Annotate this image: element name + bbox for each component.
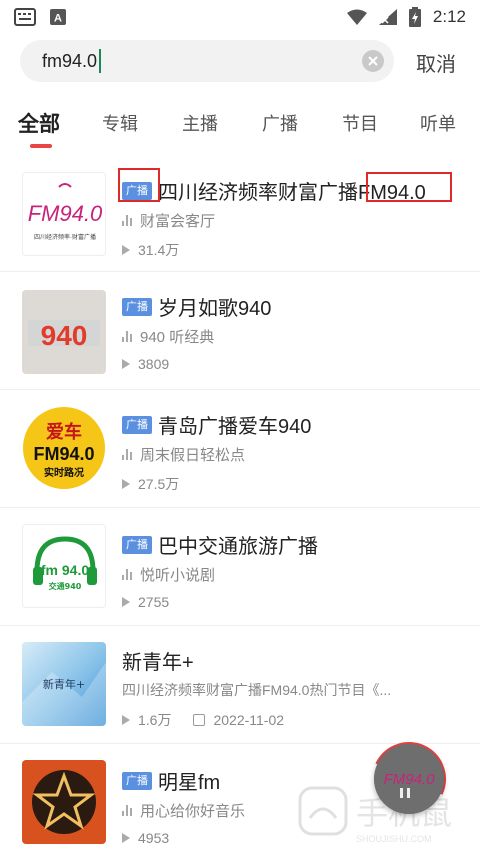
play-count-icon xyxy=(122,833,130,843)
floating-player-button[interactable]: FM94.0 xyxy=(374,744,444,814)
result-subtitle-row: 悦听小说剧 xyxy=(122,564,215,585)
cover-logo-text-bottom: 实时路况 xyxy=(44,466,84,479)
play-count-icon xyxy=(122,359,130,369)
text-caret xyxy=(99,49,102,73)
result-subtitle: 用心给你好音乐 xyxy=(140,803,246,820)
tab-hosts[interactable]: 主播 xyxy=(182,110,218,136)
play-count: 31.4万 xyxy=(138,242,180,258)
search-value: fm94.0 xyxy=(42,50,98,71)
cover-image: FM94.0 四川经济频率·财富广播 xyxy=(22,172,106,256)
type-badge: 广播 xyxy=(122,415,152,434)
result-subtitle: 四川经济频率财富广播FM94.0热门节目《... xyxy=(122,682,392,698)
cover-logo-text: FM94.0 xyxy=(28,201,103,226)
cover-image: fm 94.0 交通940 xyxy=(22,524,106,608)
result-meta-row: 31.4万 xyxy=(122,240,179,260)
play-count-icon xyxy=(122,597,130,607)
result-title-row: 广播 青岛广播爱车940 xyxy=(122,410,311,439)
clear-search-button[interactable] xyxy=(362,50,384,72)
tab-programs[interactable]: 节目 xyxy=(342,110,378,136)
bars-icon xyxy=(122,449,134,460)
type-badge: 广播 xyxy=(122,297,152,316)
tab-albums[interactable]: 专辑 xyxy=(102,110,138,136)
play-count-icon xyxy=(122,245,130,255)
result-item[interactable]: 爱车 FM94.0 实时路况 广播 青岛广播爱车940 周末假日轻松点 27.5… xyxy=(0,390,480,508)
play-count: 4953 xyxy=(138,830,170,846)
battery-icon xyxy=(408,7,421,27)
play-count: 3809 xyxy=(138,356,170,372)
calendar-icon xyxy=(193,714,206,726)
highlight-box-title xyxy=(366,172,452,202)
wifi-icon xyxy=(346,9,367,25)
result-title: 明星fm xyxy=(158,772,221,794)
result-title: 巴中交通旅游广播 xyxy=(158,536,318,558)
result-title-row: 广播 明星fm xyxy=(122,766,220,795)
category-tabs: 全部 专辑 主播 广播 节目 听单 xyxy=(0,104,480,150)
search-input[interactable]: fm94.0 xyxy=(20,40,394,82)
result-subtitle: 悦听小说剧 xyxy=(140,567,216,584)
result-subtitle-row: 财富会客厅 xyxy=(122,210,215,231)
result-title: 新青年+ xyxy=(122,652,194,674)
publish-date: 2022-11-02 xyxy=(213,712,285,728)
result-subtitle-row: 周末假日轻松点 xyxy=(122,444,245,465)
watermark-subtext: SHOUJISHU.COM xyxy=(356,834,432,844)
bars-icon xyxy=(122,569,134,580)
active-tab-indicator xyxy=(30,144,52,148)
bars-icon xyxy=(122,215,134,226)
svg-text:A: A xyxy=(54,13,62,25)
cancel-button[interactable]: 取消 xyxy=(416,48,456,77)
tab-playlists[interactable]: 听单 xyxy=(420,110,456,136)
cover-image xyxy=(22,760,106,844)
cover-caption: 四川经济频率·财富广播 xyxy=(34,233,96,241)
play-count: 27.5万 xyxy=(138,476,180,492)
result-item[interactable]: fm 94.0 交通940 广播 巴中交通旅游广播 悦听小说剧 2755 xyxy=(0,508,480,626)
cover-logo-text-top: 爱车 xyxy=(46,421,82,443)
result-item[interactable]: FM94.0 四川经济频率·财富广播 广播 四川经济频率财富广播FM94.0 财… xyxy=(0,154,480,272)
type-badge: 广播 xyxy=(122,771,152,790)
result-subtitle: 财富会客厅 xyxy=(140,213,216,230)
floating-cover-text: FM94.0 xyxy=(384,771,436,788)
result-meta-row: 27.5万 xyxy=(122,474,179,494)
result-item[interactable]: 新青年+ 新青年+ 四川经济频率财富广播FM94.0热门节目《... 1.6万 … xyxy=(0,626,480,744)
result-meta-row: 2755 xyxy=(122,594,169,610)
result-meta-row: 3809 xyxy=(122,356,169,372)
bars-icon xyxy=(122,805,134,816)
tab-all[interactable]: 全部 xyxy=(18,108,60,138)
result-subtitle-row: 四川经济频率财富广播FM94.0热门节目《... xyxy=(122,680,391,700)
clock: 2:12 xyxy=(432,7,466,26)
cover-caption: 交通940 xyxy=(49,581,82,591)
cover-logo-text: 940 xyxy=(41,320,88,351)
play-count-icon xyxy=(122,715,130,725)
cover-logo-text: fm 94.0 xyxy=(41,562,89,578)
cover-image: 940 xyxy=(22,290,106,374)
result-title-row: 广播 巴中交通旅游广播 xyxy=(122,530,318,559)
app-notification-icon: A xyxy=(50,9,66,25)
result-subtitle-row: 用心给你好音乐 xyxy=(122,800,245,821)
result-title: 青岛广播爱车940 xyxy=(158,416,312,438)
tab-radio[interactable]: 广播 xyxy=(262,110,298,136)
result-title: 岁月如歌940 xyxy=(158,298,272,320)
close-icon xyxy=(368,56,378,66)
play-count-icon xyxy=(122,479,130,489)
result-title-row: 新青年+ xyxy=(122,646,194,675)
result-subtitle: 940 听经典 xyxy=(140,329,215,346)
search-row: fm94.0 取消 xyxy=(0,40,480,84)
result-subtitle-row: 940 听经典 xyxy=(122,326,214,347)
cover-logo-text-mid: FM94.0 xyxy=(33,444,94,464)
keyboard-icon xyxy=(14,8,36,26)
cover-image: 新青年+ xyxy=(22,642,106,726)
highlight-box-badge xyxy=(118,168,160,202)
cover-image: 爱车 FM94.0 实时路况 xyxy=(22,406,106,490)
result-meta-row: 4953 xyxy=(122,830,169,846)
result-meta-row: 1.6万 2022-11-02 xyxy=(122,710,284,730)
bars-icon xyxy=(122,331,134,342)
play-count: 1.6万 xyxy=(138,712,172,728)
type-badge: 广播 xyxy=(122,535,152,554)
play-count: 2755 xyxy=(138,594,170,610)
signal-icon xyxy=(378,9,397,25)
status-bar: A 2:12 xyxy=(0,0,480,34)
result-subtitle: 周末假日轻松点 xyxy=(140,447,246,464)
result-item[interactable]: 940 广播 岁月如歌940 940 听经典 3809 xyxy=(0,272,480,390)
result-title-row: 广播 岁月如歌940 xyxy=(122,292,271,321)
cover-logo-text: 新青年+ xyxy=(43,677,85,691)
